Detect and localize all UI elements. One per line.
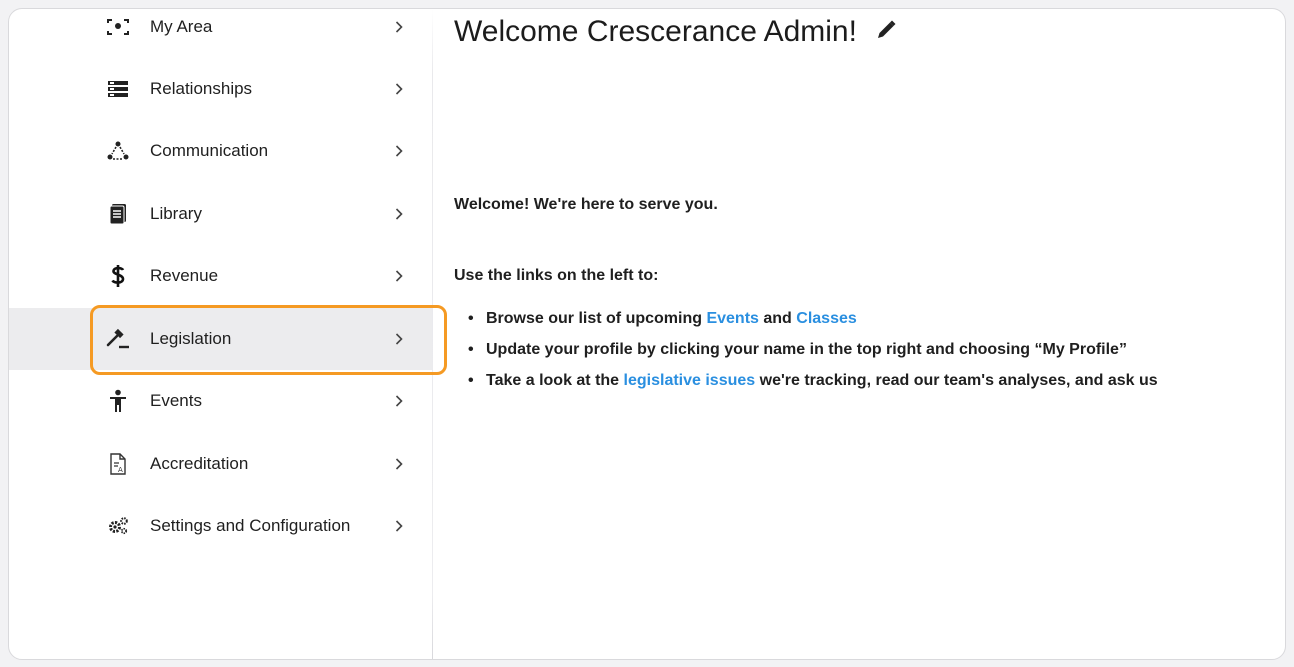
chevron-right-icon (392, 269, 406, 283)
sidebar-item-label: Library (150, 204, 202, 223)
intro-text: Use the links on the left to: (454, 267, 659, 284)
bullet-dot: • (468, 371, 474, 389)
sidebar-item-accreditation[interactable]: A Accreditation (9, 433, 433, 495)
app-frame: My Area Relationships Communication Libr… (8, 8, 1286, 660)
chevron-right-icon (392, 457, 406, 471)
sidebar-item-events[interactable]: Events (9, 370, 433, 432)
page-title: Welcome Crescerance Admin! (454, 15, 897, 49)
pencil-icon[interactable] (875, 15, 897, 49)
bullet-text: we're tracking, read our team's analyses… (755, 371, 1158, 389)
sidebar-item-library[interactable]: Library (9, 183, 433, 245)
sidebar-item-label: Relationships (150, 79, 253, 98)
bullet-text: Take a look at the (486, 371, 624, 389)
list-item: • Take a look at the legislative issues … (468, 365, 1158, 396)
chevron-right-icon (392, 82, 406, 96)
sidebar-item-relationships[interactable]: Relationships (9, 58, 433, 120)
relationships-icon (105, 76, 131, 102)
sidebar-item-communication[interactable]: Communication (9, 120, 433, 182)
links-list: • Browse our list of upcoming Events and… (468, 303, 1158, 396)
sidebar-item-label: Accreditation (150, 454, 249, 473)
sidebar-item-label: My Area (150, 17, 213, 36)
chevron-right-icon (392, 394, 406, 408)
bullet-dot: • (468, 309, 474, 327)
bullet-text: Update your profile by clicking your nam… (486, 340, 1127, 358)
classes-link[interactable]: Classes (796, 310, 857, 328)
sidebar-item-settings-and-configuration[interactable]: Settings and Configuration (9, 495, 433, 557)
communication-icon (105, 138, 131, 164)
main-content: Welcome Crescerance Admin! Welcome! We'r… (454, 9, 1285, 659)
chevron-right-icon (392, 144, 406, 158)
my-area-icon (105, 14, 131, 40)
gears-icon (105, 513, 131, 539)
sidebar-item-label: Communication (150, 141, 269, 160)
document-icon: A (105, 451, 131, 477)
list-item: • Update your profile by clicking your n… (468, 334, 1158, 365)
sidebar-item-label: Events (150, 391, 202, 410)
gavel-icon (105, 326, 131, 352)
sidebar-item-revenue[interactable]: Revenue (9, 245, 433, 307)
person-icon (105, 388, 131, 414)
sidebar-divider (432, 9, 433, 659)
bullet-text: Browse our list of upcoming (486, 309, 707, 327)
sidebar-item-label: Revenue (150, 266, 219, 285)
sidebar-item-label: Legislation (150, 329, 232, 348)
events-link[interactable]: Events (706, 310, 758, 328)
dollar-icon (105, 263, 131, 289)
chevron-right-icon (392, 207, 406, 221)
chevron-right-icon (392, 20, 406, 34)
legislative-issues-link[interactable]: legislative issues (624, 372, 756, 390)
bullet-dot: • (468, 340, 474, 358)
chevron-right-icon (392, 332, 406, 346)
page-title-text: Welcome Crescerance Admin! (454, 15, 857, 48)
sidebar-item-label: Settings and Configuration (150, 516, 351, 535)
chevron-right-icon (392, 519, 406, 533)
library-icon (105, 201, 131, 227)
welcome-text: Welcome! We're here to serve you. (454, 196, 718, 213)
bullet-text: and (758, 309, 797, 327)
list-item: • Browse our list of upcoming Events and… (468, 303, 1158, 334)
svg-text:A: A (118, 466, 123, 474)
sidebar-item-my-area[interactable]: My Area (9, 9, 433, 58)
sidebar: My Area Relationships Communication Libr… (9, 9, 433, 659)
sidebar-item-legislation[interactable]: Legislation (9, 308, 433, 370)
